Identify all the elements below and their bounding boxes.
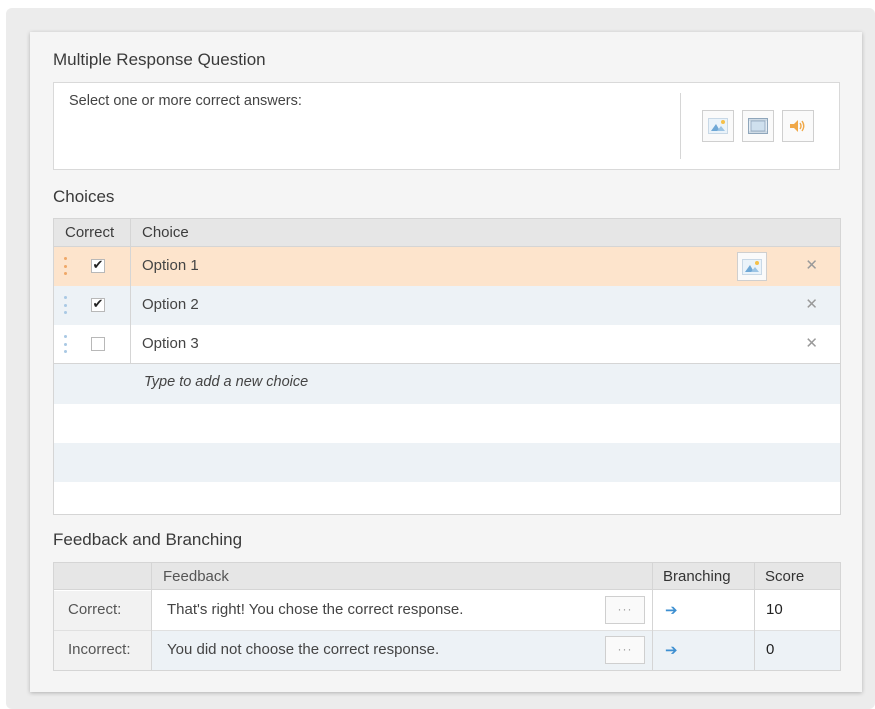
score-column-header: Score	[765, 568, 805, 585]
choice-label[interactable]: Option 2	[142, 296, 199, 313]
insert-image-button[interactable]	[702, 110, 734, 142]
drag-handle-icon[interactable]	[64, 257, 68, 275]
choice-column-header: Choice	[142, 224, 189, 241]
row-label: Incorrect:	[68, 641, 131, 658]
choices-header-row: Correct Choice	[54, 219, 840, 247]
question-text-box[interactable]: Select one or more correct answers:	[53, 82, 840, 170]
row-label: Correct:	[68, 601, 122, 618]
choice-label[interactable]: Option 3	[142, 335, 199, 352]
question-section-title: Multiple Response Question	[53, 50, 266, 69]
branch-arrow-icon[interactable]: ➔	[665, 641, 678, 659]
choice-row[interactable]: ✔ Option 2 ✕	[54, 286, 840, 325]
score-value[interactable]: 10	[766, 601, 783, 618]
question-prompt-text[interactable]: Select one or more correct answers:	[69, 93, 302, 109]
more-icon[interactable]: ···	[605, 636, 645, 664]
insert-audio-button[interactable]	[782, 110, 814, 142]
drag-handle-icon[interactable]	[64, 335, 68, 353]
add-choice-row[interactable]: Type to add a new choice	[54, 364, 840, 404]
feedback-row-incorrect: Incorrect: You did not choose the correc…	[54, 631, 840, 670]
feedback-text[interactable]: You did not choose the correct response.	[167, 641, 439, 658]
column-divider	[754, 563, 755, 670]
insert-video-button[interactable]	[742, 110, 774, 142]
feedback-header-row: Feedback Branching Score	[54, 563, 840, 590]
add-choice-placeholder[interactable]: Type to add a new choice	[144, 374, 308, 390]
branching-column-header: Branching	[663, 568, 731, 585]
choice-label[interactable]: Option 1	[142, 257, 199, 274]
delete-icon[interactable]: ✕	[805, 334, 818, 352]
choice-row[interactable]: ✔ Option 1 ✕	[54, 247, 840, 286]
empty-row	[54, 482, 840, 514]
feedback-text[interactable]: That's right! You chose the correct resp…	[167, 601, 463, 618]
correct-column-header: Correct	[65, 224, 115, 241]
empty-row	[54, 404, 840, 443]
branch-arrow-icon[interactable]: ➔	[665, 601, 678, 619]
empty-row	[54, 443, 840, 482]
feedback-section-title: Feedback and Branching	[53, 530, 243, 549]
feedback-table: Feedback Branching Score Correct: That's…	[53, 562, 841, 671]
drag-handle-icon[interactable]	[64, 296, 68, 314]
column-divider	[652, 563, 653, 670]
delete-icon[interactable]: ✕	[805, 256, 818, 274]
column-divider	[151, 563, 152, 670]
correct-column-divider	[130, 219, 131, 364]
question-box-divider	[680, 93, 681, 159]
choice-image-button[interactable]	[737, 252, 767, 281]
choices-table: Correct Choice ✔ Option 1 ✕ ✔ Option 2 ✕…	[53, 218, 841, 515]
image-icon	[742, 258, 762, 275]
choice-row[interactable]: Option 3 ✕	[54, 325, 840, 364]
audio-icon	[790, 120, 805, 132]
delete-icon[interactable]: ✕	[805, 295, 818, 313]
video-icon	[748, 118, 768, 134]
score-value[interactable]: 0	[766, 641, 774, 658]
feedback-column-header: Feedback	[163, 568, 229, 585]
more-icon[interactable]: ···	[605, 596, 645, 624]
image-icon	[708, 118, 728, 134]
correct-checkbox[interactable]	[91, 337, 105, 351]
choices-section-title: Choices	[53, 187, 115, 206]
correct-checkbox[interactable]: ✔	[91, 259, 105, 273]
correct-checkbox[interactable]: ✔	[91, 298, 105, 312]
feedback-row-correct: Correct: That's right! You chose the cor…	[54, 591, 840, 630]
question-editor-panel: Multiple Response Question Select one or…	[30, 32, 862, 692]
